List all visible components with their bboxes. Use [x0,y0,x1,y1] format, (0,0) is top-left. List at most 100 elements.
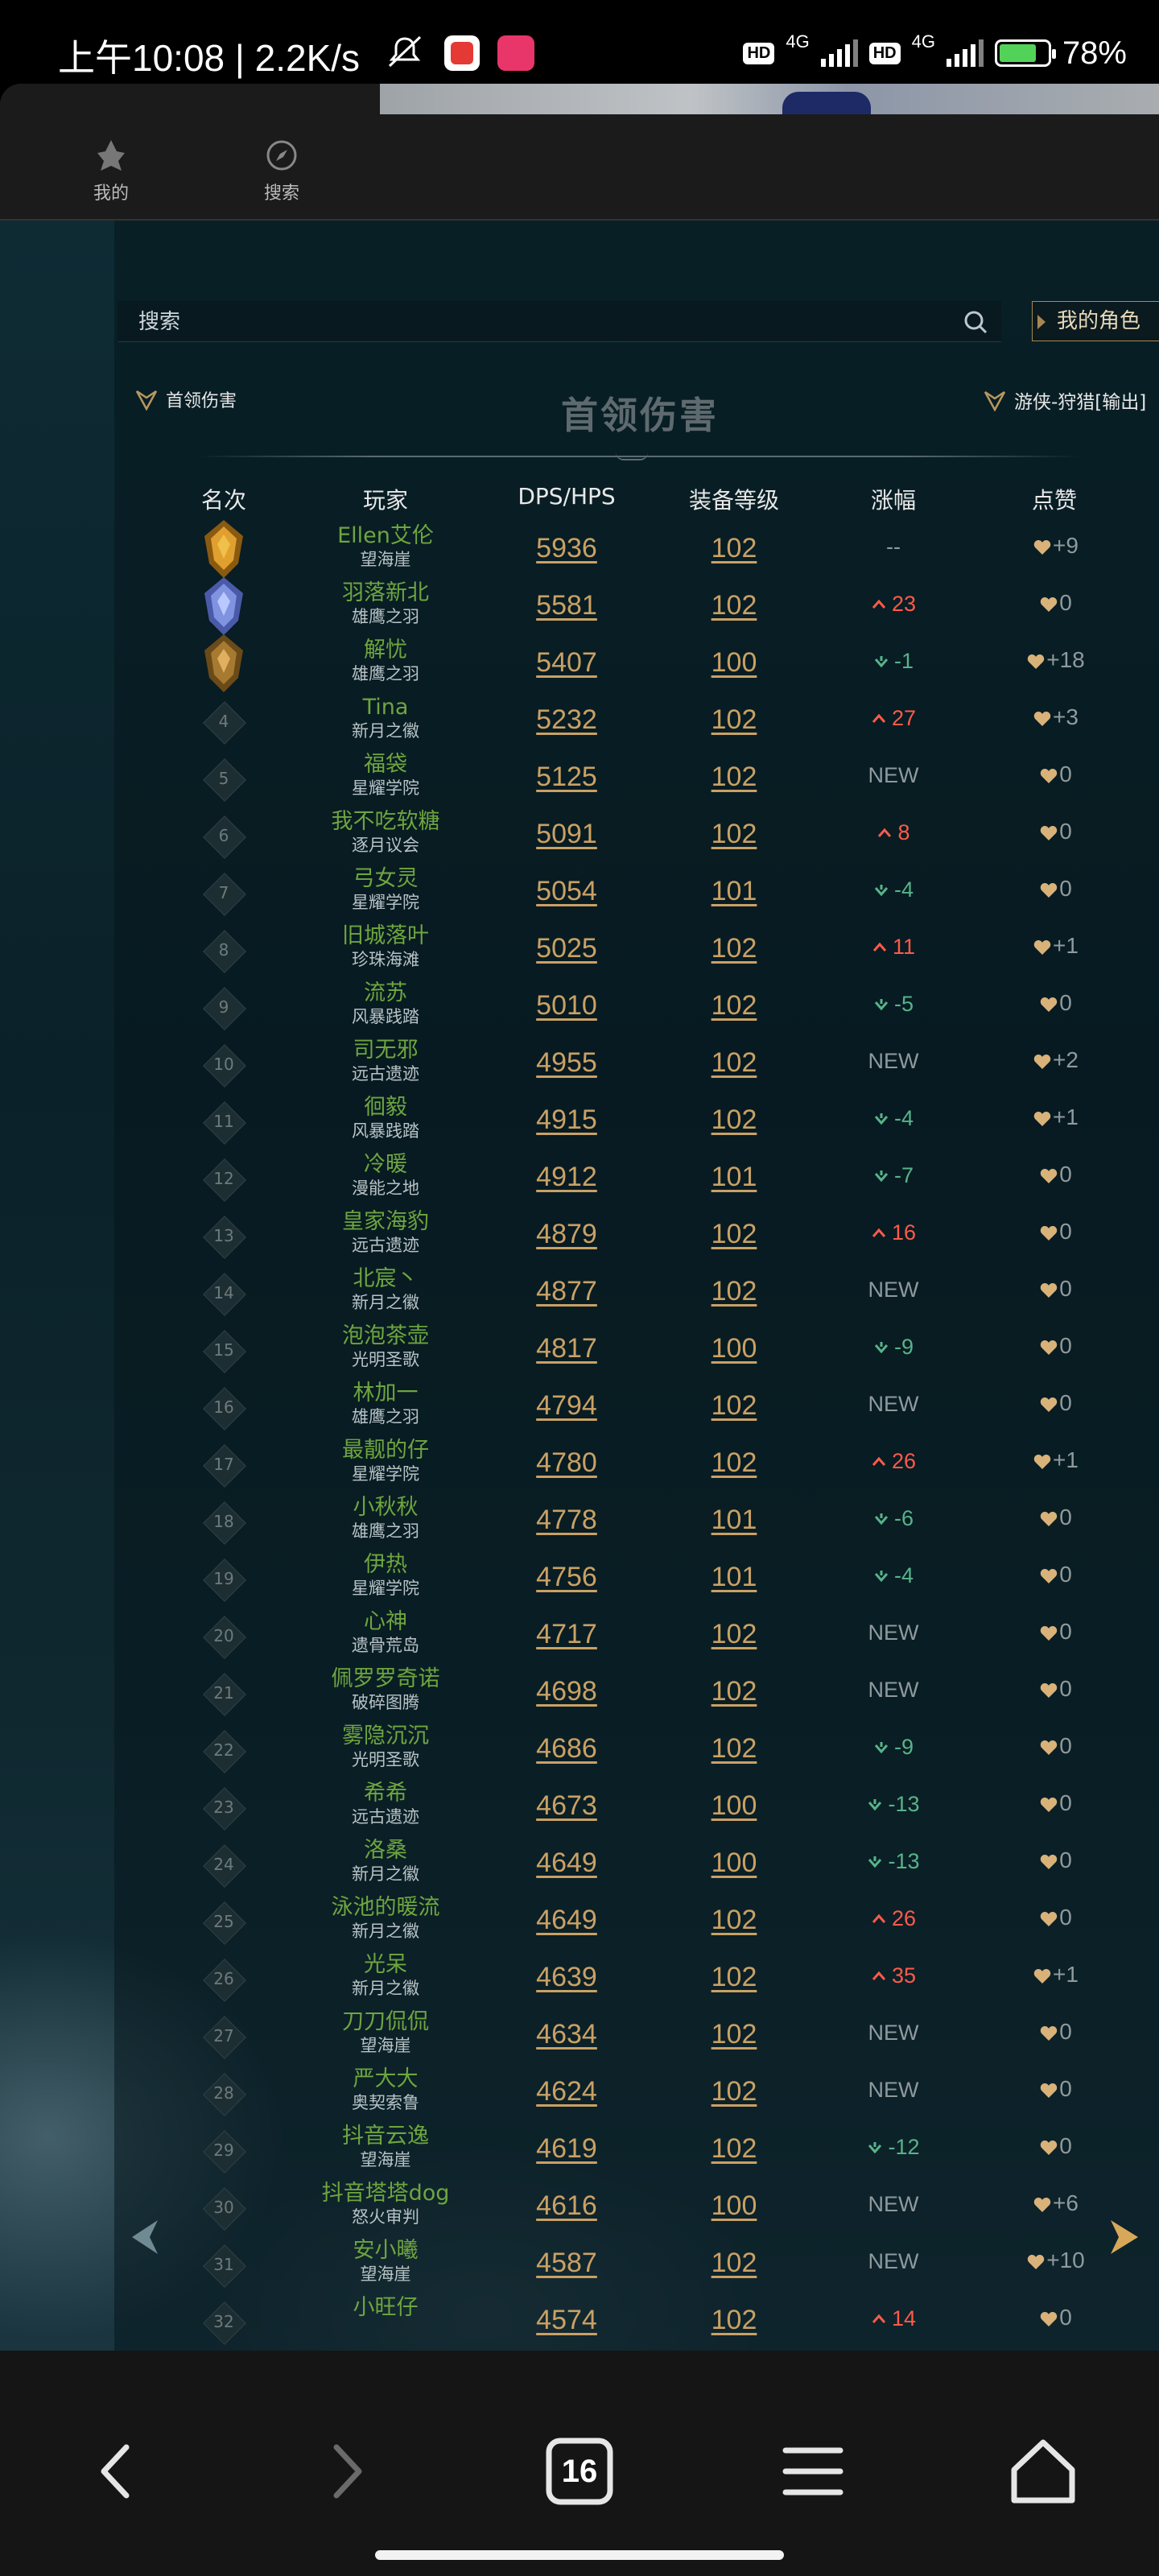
item-level-link[interactable]: 102 [662,1733,806,1765]
like-button[interactable]: 0 [975,590,1136,616]
player-cell[interactable]: 抖音云逸 望海崖 [305,2124,466,2170]
like-button[interactable]: +9 [975,533,1136,559]
dps-value-link[interactable]: 5091 [494,819,639,850]
player-cell[interactable]: 心神 遗骨荒岛 [305,1609,466,1656]
search-icon[interactable] [963,309,988,335]
table-row[interactable]: 5 福袋 星耀学院 5125 102 NEW 0 [0,749,1159,806]
table-row[interactable]: 10 司无邪 远古遗迹 4955 102 NEW +2 [0,1034,1159,1092]
like-button[interactable]: +3 [975,704,1136,730]
menu-icon[interactable] [773,2431,853,2512]
previous-page-arrow-icon[interactable] [129,2217,161,2257]
dps-value-link[interactable]: 4673 [494,1790,639,1822]
like-button[interactable]: 0 [975,2305,1136,2330]
item-level-link[interactable]: 102 [662,590,806,621]
role-filter[interactable]: 游侠-狩猎[输出] [984,386,1146,414]
item-level-link[interactable]: 102 [662,1962,806,1993]
player-cell[interactable]: 小秋秋 雄鹰之羽 [305,1495,466,1542]
dps-value-link[interactable]: 5025 [494,933,639,964]
like-button[interactable]: 0 [975,990,1136,1016]
table-row[interactable]: 17 最靓的仔 星耀学院 4780 102 26 +1 [0,1435,1159,1492]
player-cell[interactable]: 严大大 奥契索鲁 [305,2066,466,2113]
dps-value-link[interactable]: 5010 [494,990,639,1022]
back-icon[interactable] [76,2431,157,2512]
item-level-link[interactable]: 102 [662,1276,806,1307]
like-button[interactable]: 0 [975,1562,1136,1587]
dps-value-link[interactable]: 4756 [494,1562,639,1593]
table-row[interactable]: 8 旧城落叶 珍珠海滩 5025 102 11 +1 [0,920,1159,977]
table-row[interactable]: 18 小秋秋 雄鹰之羽 4778 101 -6 0 [0,1492,1159,1549]
dps-value-link[interactable]: 4624 [494,2076,639,2107]
like-button[interactable]: +1 [975,1962,1136,1988]
item-level-link[interactable]: 102 [662,933,806,964]
player-cell[interactable]: 流苏 风暴践踏 [305,980,466,1027]
like-button[interactable]: +6 [975,2190,1136,2216]
item-level-link[interactable]: 102 [662,2076,806,2107]
item-level-link[interactable]: 102 [662,1447,806,1479]
player-cell[interactable]: 光呆 新月之徽 [305,1952,466,1999]
table-row[interactable]: 21 佩罗罗奇诺 破碎图腾 4698 102 NEW 0 [0,1663,1159,1720]
table-row[interactable]: Ellen艾伦 望海崖 5936 102 -- +9 [0,520,1159,578]
like-button[interactable]: 0 [975,1390,1136,1416]
item-level-link[interactable]: 102 [662,2248,806,2279]
dps-value-link[interactable]: 5125 [494,762,639,793]
table-row[interactable]: 13 皇家海豹 远古遗迹 4879 102 16 0 [0,1206,1159,1263]
player-cell[interactable]: 刀刀侃侃 望海崖 [305,2009,466,2056]
player-cell[interactable]: 抖音塔塔dog 怒火审判 [305,2181,466,2227]
like-button[interactable]: 0 [975,1847,1136,1873]
player-cell[interactable]: 希希 远古遗迹 [305,1781,466,1827]
table-row[interactable]: 4 Tina 新月之徽 5232 102 27 +3 [0,691,1159,749]
player-cell[interactable]: 冷暖 漫能之地 [305,1152,466,1199]
dps-value-link[interactable]: 4574 [494,2305,639,2336]
player-name[interactable]: 小旺仔 [305,2295,466,2321]
dps-value-link[interactable]: 4915 [494,1104,639,1136]
item-level-link[interactable]: 100 [662,647,806,679]
player-cell[interactable]: 徊毅 风暴践踏 [305,1095,466,1141]
player-name[interactable]: 流苏 [305,980,466,1006]
dps-value-link[interactable]: 4616 [494,2190,639,2222]
item-level-link[interactable]: 100 [662,1333,806,1364]
player-cell[interactable]: 泳池的暖流 新月之徽 [305,1895,466,1942]
dps-value-link[interactable]: 4778 [494,1505,639,1536]
player-cell[interactable]: 小旺仔 [305,2295,466,2321]
table-row[interactable]: 31 安小曦 望海崖 4587 102 NEW +10 [0,2235,1159,2292]
home-icon[interactable] [1003,2431,1083,2512]
item-level-link[interactable]: 100 [662,1790,806,1822]
item-level-link[interactable]: 102 [662,533,806,564]
item-level-link[interactable]: 102 [662,762,806,793]
like-button[interactable]: 0 [975,762,1136,787]
table-row[interactable]: 19 伊热 星耀学院 4756 101 -4 0 [0,1549,1159,1606]
table-row[interactable]: 27 刀刀侃侃 望海崖 4634 102 NEW 0 [0,2006,1159,2063]
player-cell[interactable]: 我不吃软糖 逐月议会 [305,809,466,856]
my-role-button[interactable]: 我的角色 [1032,301,1159,341]
player-cell[interactable]: 司无邪 远古遗迹 [305,1038,466,1084]
player-name[interactable]: 旧城落叶 [305,923,466,949]
search-input[interactable] [137,301,945,343]
table-row[interactable]: 28 严大大 奥契索鲁 4624 102 NEW 0 [0,2063,1159,2120]
dps-value-link[interactable]: 5936 [494,533,639,564]
forward-icon[interactable] [306,2431,386,2512]
player-name[interactable]: 抖音塔塔dog [305,2181,466,2207]
item-level-link[interactable]: 101 [662,876,806,907]
table-row[interactable]: 羽落新北 雄鹰之羽 5581 102 23 0 [0,577,1159,635]
player-cell[interactable]: 雾隐沉沉 光明圣歌 [305,1724,466,1770]
player-name[interactable]: 林加一 [305,1381,466,1406]
table-row[interactable]: 24 洛桑 新月之徽 4649 100 -13 0 [0,1835,1159,1892]
player-name[interactable]: 冷暖 [305,1152,466,1178]
dps-value-link[interactable]: 5054 [494,876,639,907]
like-button[interactable]: 0 [975,2076,1136,2102]
player-cell[interactable]: 福袋 星耀学院 [305,752,466,799]
dps-value-link[interactable]: 4955 [494,1047,639,1079]
player-name[interactable]: 雾隐沉沉 [305,1724,466,1749]
item-level-link[interactable]: 102 [662,1104,806,1136]
dps-value-link[interactable]: 4649 [494,1847,639,1879]
item-level-link[interactable]: 102 [662,2133,806,2165]
like-button[interactable]: 0 [975,1676,1136,1702]
player-cell[interactable]: 最靓的仔 星耀学院 [305,1438,466,1484]
table-row[interactable]: 7 弓女灵 星耀学院 5054 101 -4 0 [0,863,1159,920]
player-cell[interactable]: 佩罗罗奇诺 破碎图腾 [305,1666,466,1713]
player-name[interactable]: 泳池的暖流 [305,1895,466,1921]
item-level-link[interactable]: 102 [662,990,806,1022]
item-level-link[interactable]: 102 [662,819,806,850]
like-button[interactable]: 0 [975,819,1136,844]
dps-value-link[interactable]: 4639 [494,1962,639,1993]
